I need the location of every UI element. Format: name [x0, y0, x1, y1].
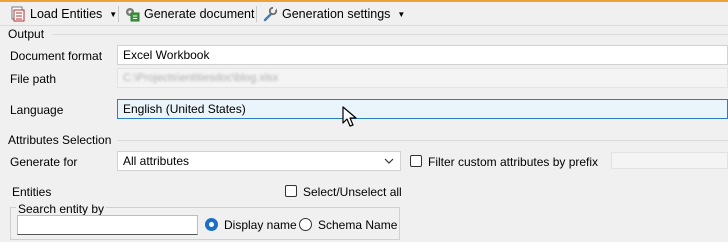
schema-name-label: Schema Name — [318, 218, 398, 232]
display-name-radio[interactable] — [205, 218, 218, 231]
generation-settings-button[interactable]: Generation settings ▼ — [262, 4, 405, 24]
generate-document-label: Generate document — [144, 7, 255, 21]
chevron-down-icon[interactable]: ▼ — [397, 10, 405, 19]
language-select[interactable]: English (United States) — [117, 99, 728, 119]
entities-icon — [10, 6, 26, 22]
display-name-label: Display name — [224, 218, 297, 232]
select-unselect-all-label: Select/Unselect all — [303, 185, 402, 199]
schema-name-radio[interactable] — [299, 218, 312, 231]
attributes-section-line — [118, 140, 728, 141]
select-unselect-all-checkbox[interactable] — [285, 185, 297, 197]
chevron-down-icon — [384, 154, 394, 171]
generation-settings-label: Generation settings — [282, 7, 391, 21]
custom-prefix-input[interactable] — [611, 152, 728, 169]
document-format-value: Excel Workbook — [123, 48, 210, 62]
generate-for-label: Generate for — [10, 155, 78, 169]
toolbar-divider — [0, 25, 728, 26]
document-format-label: Document format — [10, 49, 103, 63]
search-entity-group-title: Search entity by — [16, 202, 107, 216]
generate-document-icon — [124, 6, 140, 22]
toolbar-separator — [256, 6, 257, 22]
generate-for-value: All attributes — [123, 154, 190, 168]
generate-document-button[interactable]: Generate document — [124, 4, 255, 24]
file-path-value: C:\Projects\entitiesdoc\blog.xlsx — [123, 72, 279, 84]
language-value: English (United States) — [123, 102, 246, 116]
mouse-cursor-icon — [342, 106, 358, 131]
attributes-section-title: Attributes Selection — [8, 133, 112, 147]
filter-custom-attributes-label: Filter custom attributes by prefix — [428, 155, 599, 169]
load-entities-button[interactable]: Load Entities ▼ — [10, 4, 117, 24]
toolbar-separator — [118, 6, 119, 22]
document-format-field[interactable]: Excel Workbook — [117, 45, 728, 65]
load-entities-label: Load Entities — [30, 7, 103, 21]
search-entity-input[interactable] — [17, 215, 198, 235]
generate-for-select[interactable]: All attributes — [117, 151, 401, 171]
toolbar: Load Entities ▼ Generate document Genera… — [0, 2, 728, 25]
filter-custom-attributes-checkbox[interactable] — [410, 155, 422, 167]
output-section-title: Output — [8, 27, 45, 41]
file-path-field[interactable]: C:\Projects\entitiesdoc\blog.xlsx — [117, 68, 728, 88]
wrench-icon — [262, 6, 278, 22]
file-path-label: File path — [10, 72, 57, 86]
language-label: Language — [10, 103, 64, 117]
output-section-line — [52, 34, 728, 35]
chevron-down-icon[interactable]: ▼ — [109, 10, 117, 19]
entities-label: Entities — [12, 185, 52, 199]
